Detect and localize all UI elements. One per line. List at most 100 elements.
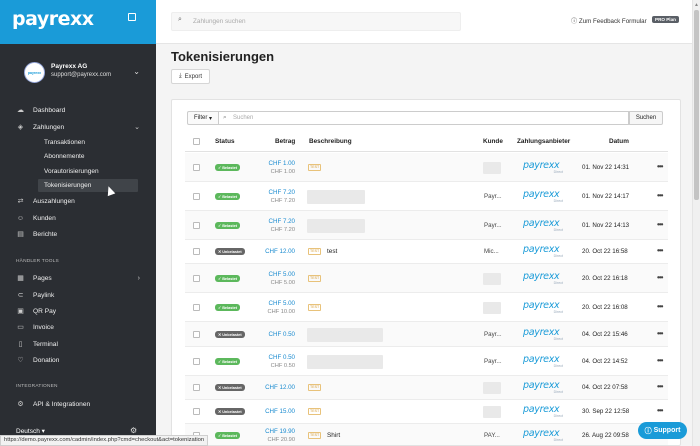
table-row[interactable]: ✓ Belastet CHF 5.00 CHF 10.00 TEST payrexx Dir… bbox=[185, 293, 668, 322]
external-link-icon[interactable] bbox=[128, 13, 136, 21]
sidebar-item-api[interactable]: ⚙ API & Integrationen bbox=[16, 397, 140, 411]
amount-link[interactable]: CHF 0.50 bbox=[269, 354, 295, 361]
export-button[interactable]: ⤓ Export bbox=[171, 69, 210, 84]
sidebar-item-terminal[interactable]: ▯ Terminal bbox=[16, 337, 140, 351]
amount-link[interactable]: CHF 5.00 bbox=[269, 300, 295, 307]
row-checkbox[interactable] bbox=[193, 275, 200, 282]
table-row[interactable]: ✓ Belastet CHF 7.20 CHF 7.20 Payr... payrexx D… bbox=[185, 211, 668, 240]
table-row[interactable]: ✓ Belastet CHF 1.00 CHF 1.00 TEST payrexx Dire… bbox=[185, 153, 668, 182]
more-options-icon[interactable]: ••• bbox=[657, 382, 663, 391]
status-badge: ✓ Belastet bbox=[215, 275, 240, 282]
sidebar-item-dashboard[interactable]: ☁ Dashboard bbox=[16, 103, 140, 117]
row-checkbox[interactable] bbox=[193, 222, 200, 229]
column-header-amount[interactable]: Betrag bbox=[275, 138, 295, 145]
sidebar-item-label: QR Pay bbox=[33, 307, 57, 315]
amount-link[interactable]: CHF 19.90 bbox=[265, 428, 295, 435]
amount-link[interactable]: CHF 12.00 bbox=[265, 248, 295, 255]
language-select[interactable]: Deutsch ▾ bbox=[16, 427, 45, 435]
chevron-down-icon: ⌄ bbox=[134, 124, 140, 131]
sidebar-item-auszahlungen[interactable]: ⇄ Auszahlungen bbox=[16, 194, 140, 208]
column-header-customer[interactable]: Kunde bbox=[483, 138, 503, 145]
sidebar-subitem-vorautorisierungen[interactable]: Vorautorisierungen bbox=[38, 165, 138, 178]
select-all-checkbox[interactable] bbox=[193, 138, 200, 145]
table-row[interactable]: ✕ Unbelastet CHF 0.50 Payr... payrexx Direct 0… bbox=[185, 322, 668, 347]
sidebar-subitem-transaktionen[interactable]: Transaktionen bbox=[38, 136, 138, 149]
account-email: support@payrexx.com bbox=[51, 72, 112, 78]
support-button[interactable]: ⓘ Support bbox=[638, 422, 687, 439]
sidebar-item-donation[interactable]: ♡ Donation bbox=[16, 353, 140, 367]
amount-link[interactable]: CHF 1.00 bbox=[269, 160, 295, 167]
table-row[interactable]: ✕ Unbelastet CHF 15.00 TEST payrexx Direct 30.… bbox=[185, 400, 668, 424]
customer-text[interactable]: Payr... bbox=[484, 222, 502, 229]
sidebar-item-invoice[interactable]: ▭ Invoice bbox=[16, 320, 140, 334]
row-checkbox[interactable] bbox=[193, 384, 200, 391]
sidebar-subitem-tokenisierungen[interactable]: Tokenisierungen bbox=[38, 179, 138, 192]
row-checkbox[interactable] bbox=[193, 193, 200, 200]
amount-link[interactable]: CHF 15.00 bbox=[265, 408, 295, 415]
customer-text[interactable]: Payr... bbox=[484, 331, 502, 338]
sidebar-item-kunden[interactable]: ☺ Kunden bbox=[16, 211, 140, 225]
scroll-up-arrow[interactable]: ▲ bbox=[694, 2, 699, 8]
more-options-icon[interactable]: ••• bbox=[657, 356, 663, 365]
row-checkbox[interactable] bbox=[193, 304, 200, 311]
language-label: Deutsch bbox=[16, 428, 40, 435]
gear-icon[interactable]: ⚙ bbox=[130, 426, 137, 435]
more-options-icon[interactable]: ••• bbox=[657, 273, 663, 282]
column-header-description[interactable]: Beschreibung bbox=[309, 138, 352, 145]
more-options-icon[interactable]: ••• bbox=[657, 220, 663, 229]
sidebar-subitem-abonnemente[interactable]: Abonnemente bbox=[38, 150, 138, 163]
more-options-icon[interactable]: ••• bbox=[657, 191, 663, 200]
column-header-provider[interactable]: Zahlungsanbieter bbox=[517, 138, 570, 145]
link-icon: ⊂ bbox=[17, 292, 24, 299]
download-icon: ⤓ bbox=[179, 73, 182, 79]
more-options-icon[interactable]: ••• bbox=[657, 329, 663, 338]
column-header-status[interactable]: Status bbox=[215, 138, 235, 145]
sidebar-item-zahlungen[interactable]: ◈ Zahlungen ⌄ bbox=[16, 120, 140, 134]
date-text: 26. Aug 22 09:58 bbox=[582, 432, 629, 439]
row-checkbox[interactable] bbox=[193, 248, 200, 255]
table-row[interactable]: ✓ Belastet CHF 0.50 CHF 0.50 Payr... payrexx D… bbox=[185, 347, 668, 376]
provider-logo: payrexx Direct bbox=[523, 272, 565, 286]
payrexx-logo[interactable]: payrexx bbox=[12, 8, 94, 30]
more-options-icon[interactable]: ••• bbox=[657, 246, 663, 255]
table-row[interactable]: ✓ Belastet CHF 19.90 CHF 20.90 TEST Shirt PAY.… bbox=[185, 424, 668, 445]
transfer-icon: ⇄ bbox=[17, 198, 24, 205]
filter-search-button[interactable]: Suchen bbox=[629, 111, 663, 125]
amount-link[interactable]: CHF 7.20 bbox=[269, 189, 295, 196]
customer-text[interactable]: Payr... bbox=[484, 193, 502, 200]
scroll-thumb[interactable] bbox=[694, 10, 699, 200]
feedback-link[interactable]: ⓘ Zum Feedback Formular bbox=[571, 16, 647, 25]
account-switcher[interactable]: payrexx Payrexx AG support@payrexx.com ⌄ bbox=[24, 61, 144, 85]
sidebar-item-berichte[interactable]: ▤ Berichte bbox=[16, 227, 140, 241]
date-text: 01. Nov 22 14:13 bbox=[582, 222, 630, 229]
amount-link[interactable]: CHF 5.00 bbox=[269, 271, 295, 278]
table-row[interactable]: ✓ Belastet CHF 5.00 CHF 5.00 TEST payrexx Dire… bbox=[185, 264, 668, 293]
customer-text[interactable]: Mic... bbox=[484, 248, 499, 255]
amount-link[interactable]: CHF 7.20 bbox=[269, 218, 295, 225]
row-checkbox[interactable] bbox=[193, 358, 200, 365]
row-checkbox[interactable] bbox=[193, 408, 200, 415]
table-row[interactable]: ✕ Unbelastet CHF 12.00 TEST test Mic... payrex… bbox=[185, 240, 668, 264]
table-row[interactable]: ✓ Belastet CHF 7.20 CHF 7.20 Payr... payrexx D… bbox=[185, 182, 668, 211]
sidebar-item-pages[interactable]: ▦ Pages › bbox=[16, 271, 140, 285]
amount-link[interactable]: CHF 0.50 bbox=[269, 331, 295, 338]
customer-text[interactable]: PAY... bbox=[484, 432, 500, 439]
table-row[interactable]: ✕ Unbelastet CHF 12.00 TEST payrexx Direct 04.… bbox=[185, 376, 668, 400]
sidebar-item-paylink[interactable]: ⊂ Paylink bbox=[16, 288, 140, 302]
amount-link[interactable]: CHF 12.00 bbox=[265, 384, 295, 391]
customer-text[interactable]: Payr... bbox=[484, 358, 502, 365]
more-options-icon[interactable]: ••• bbox=[657, 162, 663, 171]
row-checkbox[interactable] bbox=[193, 331, 200, 338]
sidebar-item-label: Paylink bbox=[33, 291, 55, 299]
provider-logo: payrexx Direct bbox=[523, 381, 565, 395]
column-header-date[interactable]: Datum bbox=[609, 138, 629, 145]
sidebar-item-qr-pay[interactable]: ▣ QR Pay bbox=[16, 304, 140, 318]
more-options-icon[interactable]: ••• bbox=[657, 406, 663, 415]
more-options-icon[interactable]: ••• bbox=[657, 302, 663, 311]
payment-search-input[interactable]: ⌕ Zahlungen suchen bbox=[171, 12, 461, 31]
row-checkbox[interactable] bbox=[193, 164, 200, 171]
filter-dropdown-button[interactable]: Filter ▾ bbox=[187, 111, 219, 125]
header-divider bbox=[185, 151, 668, 152]
filter-search-input[interactable]: ⌕ Suchen bbox=[219, 111, 629, 125]
provider-logo: payrexx Direct bbox=[523, 219, 565, 233]
